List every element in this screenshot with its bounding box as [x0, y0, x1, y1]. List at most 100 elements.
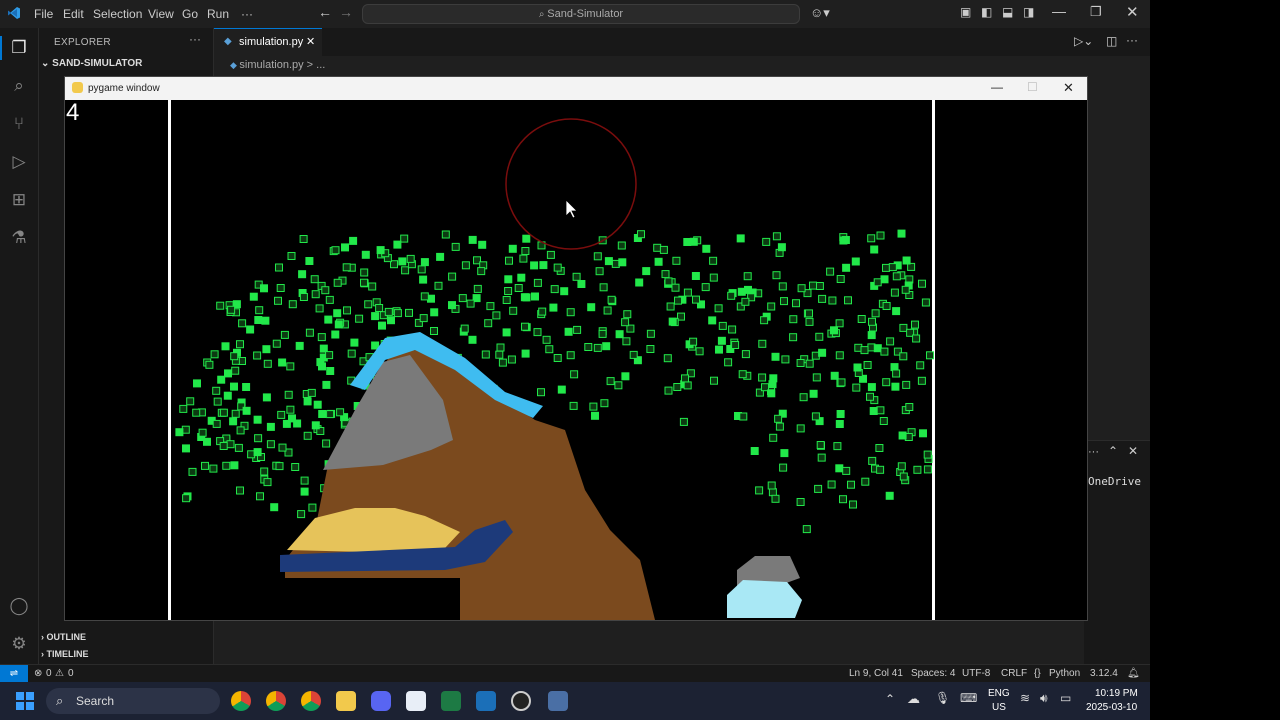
panel-close-icon[interactable]: ✕ — [1128, 444, 1138, 458]
microphone-icon[interactable]: 🎙︎ — [935, 691, 950, 705]
menu-more[interactable]: ··· — [241, 7, 253, 21]
menu-go[interactable]: Go — [182, 7, 198, 21]
extensions-icon[interactable]: ⊞ — [9, 190, 29, 210]
pygame-minimize-icon[interactable]: — — [991, 80, 1003, 94]
mouse-pointer-icon — [565, 199, 578, 219]
minimize-icon[interactable]: — — [1052, 3, 1066, 19]
chevron-down-icon: ⌄ — [41, 58, 53, 69]
simulation-canvas[interactable]: 4 — [65, 100, 1087, 620]
editor-tabs: ◆ simulation.py ✕ ▷⌄ ◫ ··· — [214, 28, 1150, 57]
testing-icon[interactable]: ⚗ — [9, 228, 29, 248]
project-folder-header[interactable]: ⌄ SAND-SIMULATOR — [41, 58, 142, 69]
encoding[interactable]: UTF-8 — [962, 668, 990, 679]
language-mode[interactable]: Python — [1049, 668, 1080, 679]
remote-indicator[interactable]: ⇌ — [0, 665, 28, 683]
pygame-titlebar[interactable]: pygame window — ☐ ✕ — [65, 77, 1087, 100]
breadcrumb: ◆ simulation.py > ... — [230, 59, 325, 71]
source-control-icon[interactable]: ⑂ — [9, 114, 29, 134]
search-icon: ⌕ — [56, 693, 64, 708]
clock-time[interactable]: 10:19 PM — [1095, 688, 1138, 699]
excel-icon[interactable] — [441, 691, 461, 711]
search-icon[interactable]: ⌕ — [9, 76, 29, 96]
account-icon[interactable]: ◯ — [9, 596, 29, 616]
activity-bar: ❐ ⌕ ⑂ ▷ ⊞ ⚗ ◯ ⚙ — [0, 28, 39, 664]
status-bar: ⇌ ⊗ 0 ⚠ 0 Ln 9, Col 41 Spaces: 4 UTF-8 C… — [0, 664, 1150, 683]
notepad-icon[interactable] — [406, 691, 426, 711]
explorer-icon[interactable]: ❐ — [9, 38, 29, 58]
wifi-icon[interactable]: ≋ — [1020, 691, 1030, 705]
chrome-icon[interactable] — [301, 691, 321, 711]
toggle-sidebar-icon[interactable]: ◧ — [981, 5, 992, 19]
language-bottom[interactable]: US — [992, 702, 1006, 713]
close-icon[interactable]: ✕ — [1126, 3, 1139, 21]
python-version[interactable]: 3.12.4 — [1090, 668, 1118, 679]
menu-edit[interactable]: Edit — [63, 7, 84, 21]
warning-count[interactable]: 0 — [68, 668, 74, 679]
run-python-icon[interactable]: ▷⌄ — [1074, 34, 1093, 48]
layout-customize-icon[interactable]: ▣ — [960, 5, 971, 19]
clock-date[interactable]: 2025-03-10 — [1086, 702, 1137, 713]
command-center[interactable]: ⌕ Sand-Simulator — [362, 4, 800, 24]
toggle-panel-icon[interactable]: ⬓ — [1002, 5, 1013, 19]
timeline-section[interactable]: › TIMELINE — [41, 649, 89, 659]
taskbar-search-label: Search — [76, 694, 115, 708]
explorer-header: EXPLORER — [54, 37, 111, 48]
terminal-onedrive-text: OneDrive — [1088, 475, 1141, 488]
explorer-more-icon[interactable]: ··· — [189, 32, 201, 46]
python-file-icon: ◆ — [224, 36, 232, 47]
command-center-label: Sand-Simulator — [547, 8, 624, 20]
minimap[interactable] — [1086, 86, 1150, 326]
menu-file[interactable]: File — [34, 7, 53, 21]
pygame-window[interactable]: pygame window — ☐ ✕ 4 — [64, 76, 1088, 621]
vscode-taskbar-icon[interactable] — [476, 691, 496, 711]
split-editor-icon[interactable]: ◫ — [1106, 34, 1117, 48]
python-file-icon: ◆ — [230, 60, 240, 70]
panel-more-icon[interactable]: ··· — [1088, 446, 1099, 458]
right-water-blob — [727, 580, 802, 618]
breadcrumb-path: simulation.py > ... — [239, 59, 326, 71]
settings-gear-icon[interactable]: ⚙ — [9, 634, 29, 654]
volume-icon[interactable]: 🔊︎ — [1040, 691, 1048, 706]
language-top[interactable]: ENG — [988, 688, 1010, 699]
vscode-titlebar: File Edit Selection View Go Run ··· ← → … — [0, 0, 1150, 28]
dirt-mountain — [285, 345, 655, 620]
menu-selection[interactable]: Selection — [93, 7, 142, 21]
notifications-bell-icon[interactable]: 🔔︎ — [1127, 668, 1140, 679]
warning-icon[interactable]: ⚠ — [55, 668, 64, 679]
file-explorer-icon[interactable] — [336, 691, 356, 711]
error-icon[interactable]: ⊗ — [34, 668, 42, 679]
pygame-maximize-icon[interactable]: ☐ — [1027, 80, 1038, 94]
obs-icon[interactable] — [511, 691, 531, 711]
show-hidden-icons-icon[interactable]: ⌃ — [885, 692, 895, 706]
menu-run[interactable]: Run — [207, 7, 229, 21]
panel-area: ··· ⌃ ✕ OneDrive — [1084, 440, 1150, 665]
outline-section[interactable]: › OUTLINE — [41, 632, 86, 642]
onedrive-cloud-icon[interactable]: ☁ — [907, 691, 920, 707]
pygame-taskbar-icon[interactable] — [548, 691, 568, 711]
chrome-icon[interactable] — [266, 691, 286, 711]
cursor-position[interactable]: Ln 9, Col 41 — [849, 668, 903, 679]
battery-icon[interactable]: ▭ — [1060, 691, 1071, 705]
panel-maximize-icon[interactable]: ⌃ — [1108, 444, 1118, 458]
chrome-icon[interactable] — [231, 691, 251, 711]
forward-arrow-icon[interactable]: → — [339, 4, 353, 20]
discord-icon[interactable] — [371, 691, 391, 711]
line-ending[interactable]: CRLF — [1001, 668, 1027, 679]
editor-more-icon[interactable]: ··· — [1126, 33, 1138, 47]
run-debug-icon[interactable]: ▷ — [9, 152, 29, 172]
toggle-secondary-sidebar-icon[interactable]: ◨ — [1023, 5, 1034, 19]
error-count[interactable]: 0 — [46, 668, 52, 679]
tab-close-icon[interactable]: ✕ — [306, 35, 315, 48]
menu-view[interactable]: View — [148, 7, 174, 21]
tab-simulation-py[interactable]: ◆ simulation.py ✕ — [214, 28, 322, 57]
copilot-icon[interactable]: ☺▾ — [810, 5, 830, 21]
taskbar-search[interactable]: ⌕ Search — [46, 688, 220, 714]
indentation[interactable]: Spaces: 4 — [911, 668, 955, 679]
start-windows-icon[interactable] — [16, 692, 34, 710]
timeline-label: TIMELINE — [46, 649, 89, 659]
back-arrow-icon[interactable]: ← — [318, 4, 332, 20]
keyboard-icon[interactable]: ⌨ — [960, 691, 977, 705]
restore-icon[interactable]: ❐ — [1090, 4, 1102, 20]
sand-scene — [175, 118, 934, 620]
pygame-close-icon[interactable]: ✕ — [1063, 80, 1074, 96]
